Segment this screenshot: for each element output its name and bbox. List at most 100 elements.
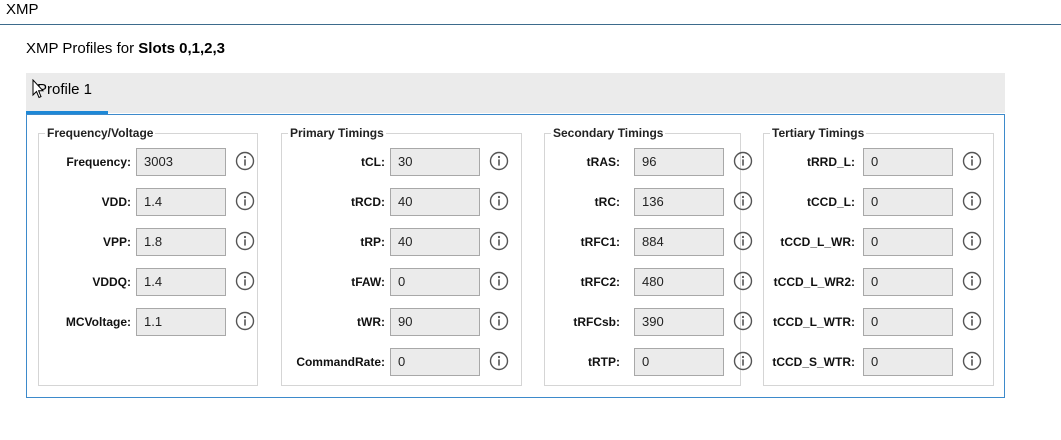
info-icon[interactable] — [962, 191, 982, 211]
setting-label: tRFCsb: — [573, 315, 620, 329]
info-icon[interactable] — [733, 311, 753, 331]
setting-label: tCCD_L_WR: — [780, 235, 855, 249]
window-title: XMP — [6, 1, 39, 18]
group-secondary-timings: Secondary Timings tRAS: 96 tRC: 136 tRFC1: 884… — [544, 126, 753, 386]
setting-value-field[interactable]: 0 — [863, 348, 953, 376]
setting-row: tRC: 136 — [545, 188, 753, 216]
setting-label: CommandRate: — [296, 355, 385, 369]
setting-row: VPP: 1.8 — [39, 228, 259, 256]
setting-row: CommandRate: 0 — [282, 348, 523, 376]
setting-label: tRRD_L: — [807, 155, 855, 169]
info-icon[interactable] — [489, 151, 509, 171]
setting-row: tCCD_L_WR: 0 — [764, 228, 995, 256]
setting-row: tWR: 90 — [282, 308, 523, 336]
setting-value-field[interactable]: 0 — [390, 268, 480, 296]
group-title: Tertiary Timings — [770, 126, 867, 140]
setting-label: tFAW: — [351, 275, 385, 289]
info-icon[interactable] — [962, 351, 982, 371]
mouse-pointer-icon — [32, 79, 44, 99]
setting-label: tCCD_S_WTR: — [772, 355, 855, 369]
group-frequency-voltage: Frequency/Voltage Frequency: 3003 VDD: 1.4 VP… — [38, 126, 259, 386]
setting-label: tWR: — [357, 315, 385, 329]
setting-label: VPP: — [102, 235, 131, 249]
setting-row: tRRD_L: 0 — [764, 148, 995, 176]
setting-value-field[interactable]: 1.8 — [136, 228, 226, 256]
setting-label: tRCD: — [351, 195, 385, 209]
setting-value-field[interactable]: 40 — [390, 228, 480, 256]
info-icon[interactable] — [489, 191, 509, 211]
setting-value-field[interactable]: 1.4 — [136, 188, 226, 216]
setting-label: tRAS: — [586, 155, 620, 169]
profile-content-panel: Frequency/Voltage Frequency: 3003 VDD: 1.4 VP… — [26, 114, 1005, 398]
setting-row: tRCD: 40 — [282, 188, 523, 216]
setting-label: tRP: — [360, 235, 385, 249]
info-icon[interactable] — [235, 191, 255, 211]
info-icon[interactable] — [733, 351, 753, 371]
setting-value-field[interactable]: 0 — [634, 348, 724, 376]
setting-value-field[interactable]: 0 — [390, 348, 480, 376]
setting-value-field[interactable]: 96 — [634, 148, 724, 176]
setting-row: tRFC2: 480 — [545, 268, 753, 296]
setting-value-field[interactable]: 0 — [863, 308, 953, 336]
setting-label: MCVoltage: — [65, 315, 131, 329]
setting-row: Frequency: 3003 — [39, 148, 259, 176]
setting-value-field[interactable]: 1.1 — [136, 308, 226, 336]
info-icon[interactable] — [733, 191, 753, 211]
setting-row: tRFC1: 884 — [545, 228, 753, 256]
setting-value-field[interactable]: 390 — [634, 308, 724, 336]
setting-value-field[interactable]: 90 — [390, 308, 480, 336]
setting-label: VDDQ: — [92, 275, 131, 289]
setting-row: tRAS: 96 — [545, 148, 753, 176]
info-icon[interactable] — [235, 271, 255, 291]
setting-row: VDD: 1.4 — [39, 188, 259, 216]
info-icon[interactable] — [733, 151, 753, 171]
info-icon[interactable] — [489, 231, 509, 251]
setting-label: tRFC1: — [580, 235, 620, 249]
info-icon[interactable] — [962, 271, 982, 291]
subtitle-slots: Slots 0,1,2,3 — [138, 40, 225, 57]
setting-value-field[interactable]: 30 — [390, 148, 480, 176]
info-icon[interactable] — [733, 271, 753, 291]
setting-value-field[interactable]: 40 — [390, 188, 480, 216]
title-bar: XMP — [0, 0, 1061, 25]
setting-row: tRFCsb: 390 — [545, 308, 753, 336]
setting-row: tCL: 30 — [282, 148, 523, 176]
group-tertiary-timings: Tertiary Timings tRRD_L: 0 tCCD_L: 0 tCCD_L_W… — [763, 126, 995, 386]
setting-value-field[interactable]: 0 — [863, 228, 953, 256]
tab-label: Profile 1 — [37, 81, 93, 98]
info-icon[interactable] — [235, 311, 255, 331]
group-title: Secondary Timings — [551, 126, 666, 140]
info-icon[interactable] — [962, 311, 982, 331]
setting-value-field[interactable]: 884 — [634, 228, 724, 256]
setting-value-field[interactable]: 136 — [634, 188, 724, 216]
setting-label: tCCD_L: — [807, 195, 855, 209]
info-icon[interactable] — [235, 151, 255, 171]
info-icon[interactable] — [235, 231, 255, 251]
setting-value-field[interactable]: 3003 — [136, 148, 226, 176]
setting-value-field[interactable]: 0 — [863, 188, 953, 216]
setting-label: tCCD_L_WR2: — [773, 275, 855, 289]
setting-label: VDD: — [101, 195, 131, 209]
setting-value-field[interactable]: 0 — [863, 268, 953, 296]
setting-label: tRTP: — [588, 355, 620, 369]
setting-value-field[interactable]: 480 — [634, 268, 724, 296]
info-icon[interactable] — [733, 231, 753, 251]
setting-value-field[interactable]: 1.4 — [136, 268, 226, 296]
setting-row: tCCD_S_WTR: 0 — [764, 348, 995, 376]
setting-row: MCVoltage: 1.1 — [39, 308, 259, 336]
group-primary-timings: Primary Timings tCL: 30 tRCD: 40 tRP: 40 tFAW: 0… — [281, 126, 523, 386]
info-icon[interactable] — [489, 271, 509, 291]
setting-value-field[interactable]: 0 — [863, 148, 953, 176]
setting-row: tCCD_L_WTR: 0 — [764, 308, 995, 336]
setting-label: tCCD_L_WTR: — [773, 315, 855, 329]
setting-row: tCCD_L_WR2: 0 — [764, 268, 995, 296]
subtitle-prefix: XMP Profiles for — [26, 40, 139, 57]
setting-row: VDDQ: 1.4 — [39, 268, 259, 296]
group-title: Primary Timings — [288, 126, 386, 140]
info-icon[interactable] — [962, 231, 982, 251]
setting-row: tFAW: 0 — [282, 268, 523, 296]
info-icon[interactable] — [489, 351, 509, 371]
info-icon[interactable] — [962, 151, 982, 171]
info-icon[interactable] — [489, 311, 509, 331]
page-subtitle: XMP Profiles for Slots 0,1,2,3 — [26, 40, 225, 57]
